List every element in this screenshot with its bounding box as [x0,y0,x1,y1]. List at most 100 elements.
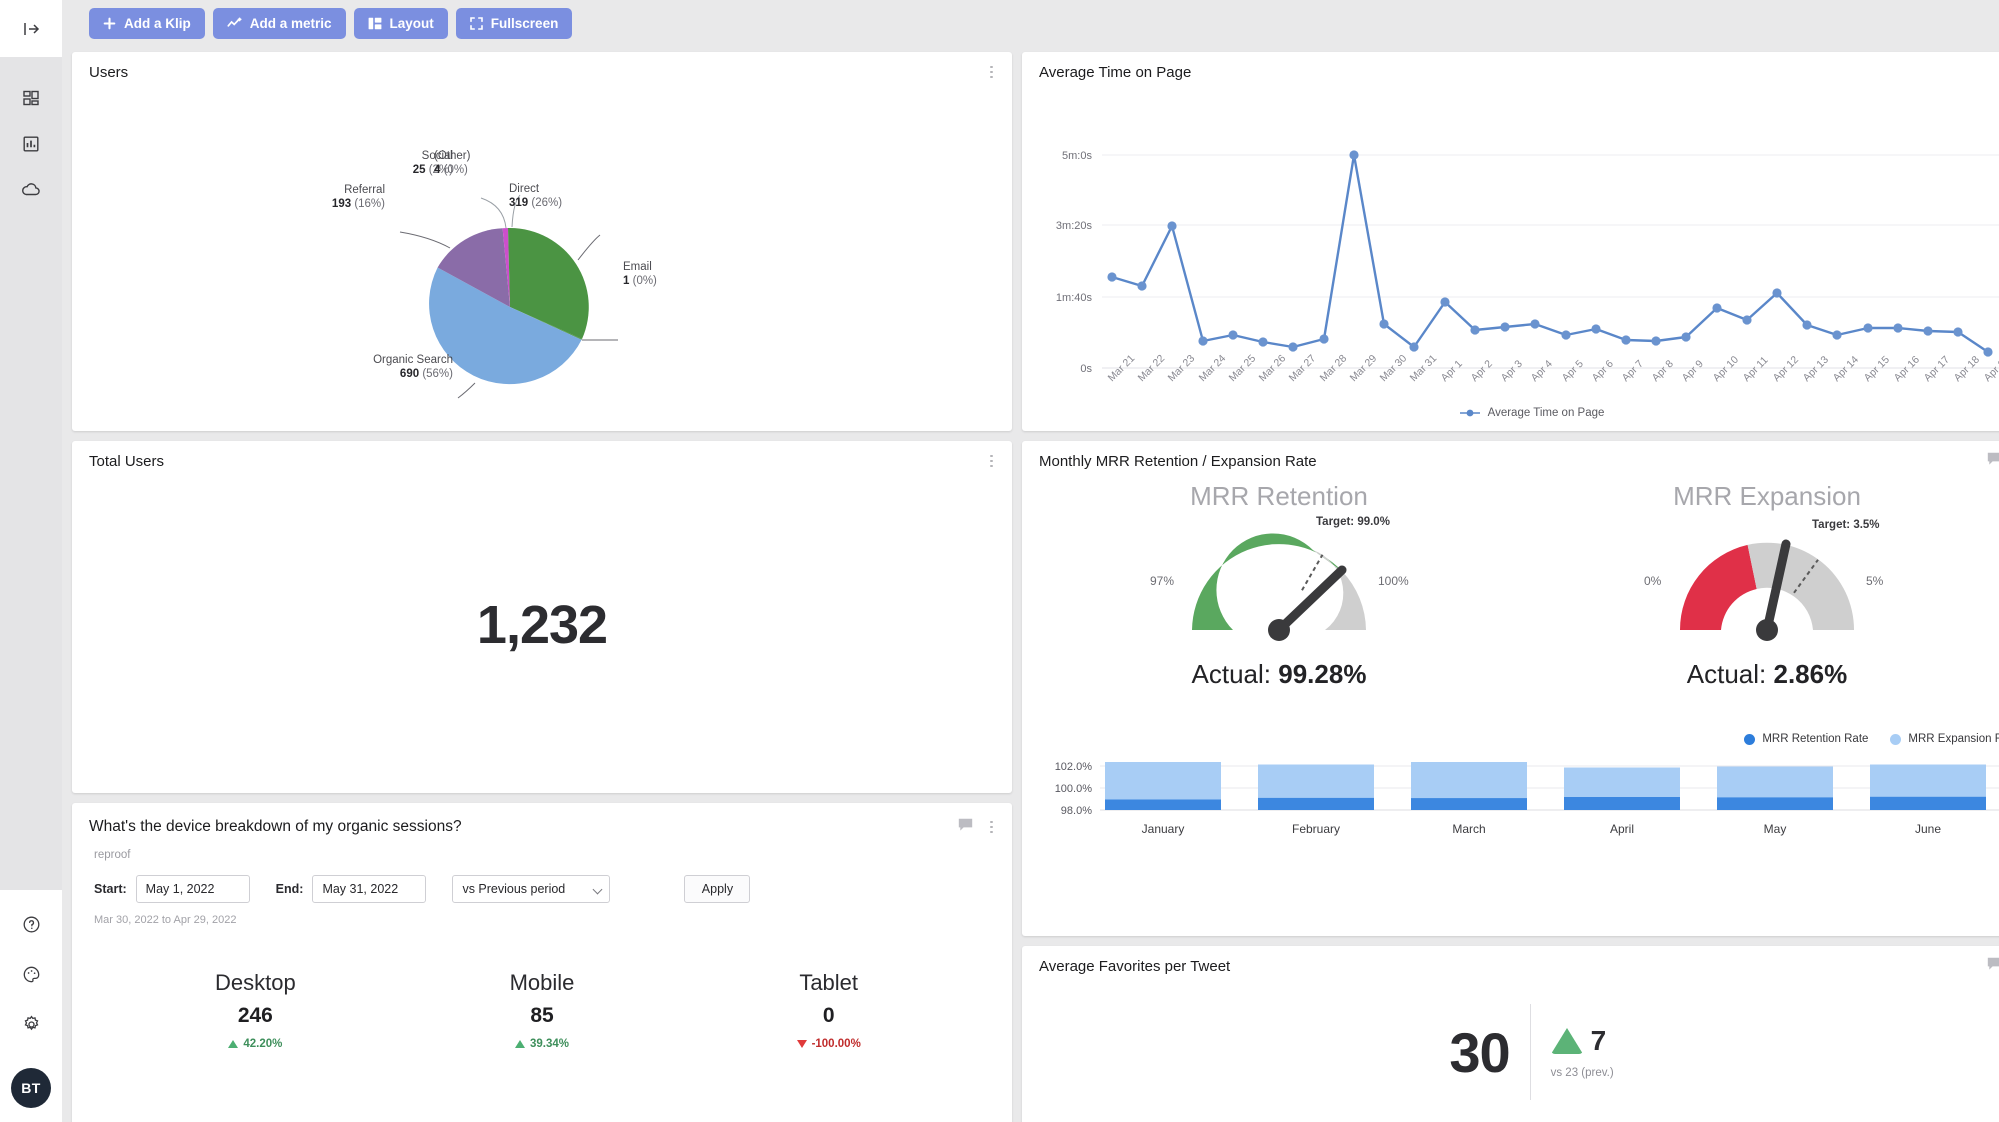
sidebar-item-settings[interactable] [0,1004,62,1050]
layout-label: Layout [389,16,434,31]
panel-users-actions [987,62,996,83]
panel-mrr-title: Monthly MRR Retention / Expansion Rate [1039,452,1317,470]
panel-favorites-actions [1987,956,1999,977]
panel-menu-icon[interactable] [987,62,996,83]
panel-menu-icon[interactable] [987,817,996,838]
svg-text:Apr 15: Apr 15 [1862,354,1892,384]
end-date-input[interactable] [312,875,427,903]
device-label-mobile: Mobile [509,970,575,995]
gauge-retention-max: 100% [1378,574,1409,588]
start-date-label: Start: [94,882,127,896]
sidebar-item-data-sources[interactable] [0,169,62,215]
panel-avg-time-title: Average Time on Page [1039,63,1192,81]
gauge-expansion-max: 5% [1866,574,1884,588]
panel-avg-time-header: Average Time on Page [1022,52,1999,92]
pie-label-organic-pct: (56%) [422,367,453,380]
device-delta-mobile-value: 39.34% [530,1038,570,1050]
add-a-metric-button[interactable]: Add a metric [212,8,346,39]
pie-label-direct-name: Direct [509,183,540,195]
favorites-delta-value: 7 [1590,1025,1607,1056]
panel-favorites-body: 30 7 vs 23 (prev.) [1022,1004,1999,1122]
panel-avg-favorites: Average Favorites per Tweet 30 7 vs 23 (… [1022,946,1999,1122]
sidebar-item-help[interactable] [0,904,62,950]
legend-mrr-expansion-rate: MRR Expansion Rate [1890,733,1999,745]
favorites-delta-group: 7 vs 23 (prev.) [1550,1025,1614,1079]
gauge-retention-dial [1192,533,1366,641]
svg-text:March: March [1452,822,1485,836]
panel-mrr: Monthly MRR Retention / Expansion Rate M… [1022,441,1999,936]
panel-favorites-title: Average Favorites per Tweet [1039,957,1231,975]
svg-text:102.0%: 102.0% [1055,761,1093,773]
svg-text:Apr 6: Apr 6 [1590,358,1616,384]
panel-total-users-body: 1,232 [72,481,1012,793]
panel-menu-icon[interactable] [987,451,996,472]
panel-expand-icon[interactable] [0,14,62,44]
svg-text:Apr 13: Apr 13 [1801,354,1831,384]
svg-text:1m:40s: 1m:40s [1056,292,1093,304]
comparison-select[interactable]: vs Previous period vs Previous year No c… [452,875,611,903]
pie-label-other-pct: (0%) [443,163,468,176]
device-label-desktop: Desktop [214,970,296,995]
panel-avg-time-body: 5m:0s 3m:20s 1m:40s 0s Mar 21 Mar 22 Mar… [1022,92,1999,431]
panel-mrr-body: MRR Retention 97% 100% Target: 99.0% Act… [1022,481,1999,936]
panel-mrr-actions [1987,451,1999,472]
svg-text:Apr 4: Apr 4 [1529,358,1555,384]
pie-label-direct-value: 319 [509,196,529,209]
fullscreen-button[interactable]: Fullscreen [455,8,573,39]
svg-text:Apr 19: Apr 19 [1982,354,1999,384]
device-delta-tablet-value: -100.00% [811,1038,861,1050]
panel-users: Users Social 25 (2%) (Other) 4 (0%) Refe… [72,52,1012,431]
gauge-retention-actual-value: 99.28% [1278,659,1367,689]
comment-icon[interactable] [1987,452,1999,471]
pie-label-email: Email 1 (0%) [623,261,657,288]
end-date-label: End: [275,882,304,896]
add-a-klip-button[interactable]: Add a Klip [89,8,205,39]
trend-down-icon [796,1040,807,1048]
mrr-bar-legend: MRR Retention Rate MRR Expansion Rate [1744,733,1999,745]
comment-icon[interactable] [1987,957,1999,976]
svg-text:Apr 1: Apr 1 [1439,358,1465,384]
panel-total-users-header: Total Users [72,441,1012,481]
device-value-mobile: 85 [530,1004,554,1027]
sidebar-item-reports[interactable] [0,123,62,169]
theme-palette-icon [21,964,42,990]
fullscreen-icon [469,17,483,30]
sidebar-item-dashboards[interactable] [0,77,62,123]
apply-button[interactable]: Apply [684,875,751,903]
gauge-mrr-expansion: MRR Expansion 0% 5% Target: 3.5% Actual:… [1522,481,1999,690]
pie-label-other-name: (Other) [434,150,471,162]
panel-device-body: reproof Start: End: vs Previous period v… [72,849,1012,1122]
device-value-desktop: 246 [237,1004,273,1027]
pie-label-referral-name: Referral [344,184,385,196]
panel-total-users-actions [987,451,996,472]
gauge-retention-target: Target: 99.0% [1316,516,1390,528]
favorites-metric: 30 7 vs 23 (prev.) [1022,1004,1999,1100]
svg-text:Apr 3: Apr 3 [1499,358,1525,384]
layout-button[interactable]: Layout [353,8,448,39]
device-column-tablet: Tablet 0 -100.00% [685,970,972,1050]
start-date-input[interactable] [135,875,250,903]
legend-dot-expansion-icon [1890,733,1902,745]
dashboard-grid: Users Social 25 (2%) (Other) 4 (0%) Refe… [62,47,1999,1122]
svg-text:Apr 12: Apr 12 [1771,354,1801,384]
sidebar-item-theme[interactable] [0,954,62,1000]
pie-label-organic: Organic Search 690 (56%) [325,354,453,381]
plus-icon [103,17,116,30]
device-filter-row: Start: End: vs Previous period vs Previo… [72,875,1012,903]
favorites-value: 30 [1449,1020,1510,1084]
legend-mrr-retention-rate: MRR Retention Rate [1744,733,1868,745]
sidebar-collapse-zone [0,0,62,57]
top-toolbar: Add a Klip Add a metric Layout Fullscree… [62,0,1999,47]
avatar[interactable]: BT [11,1068,51,1108]
svg-text:May: May [1764,822,1787,836]
sidebar-nav [0,77,62,215]
svg-text:0s: 0s [1080,363,1092,375]
help-question-icon [21,914,42,940]
fullscreen-label: Fullscreen [490,16,559,31]
device-delta-mobile: 39.34% [399,1038,686,1050]
sidebar-bottom: BT [0,890,62,1122]
comment-icon[interactable] [958,818,973,837]
svg-text:5m:0s: 5m:0s [1062,150,1092,162]
favorites-divider [1529,1004,1531,1100]
gauge-expansion-actual: Actual: 2.86% [1522,659,1999,690]
